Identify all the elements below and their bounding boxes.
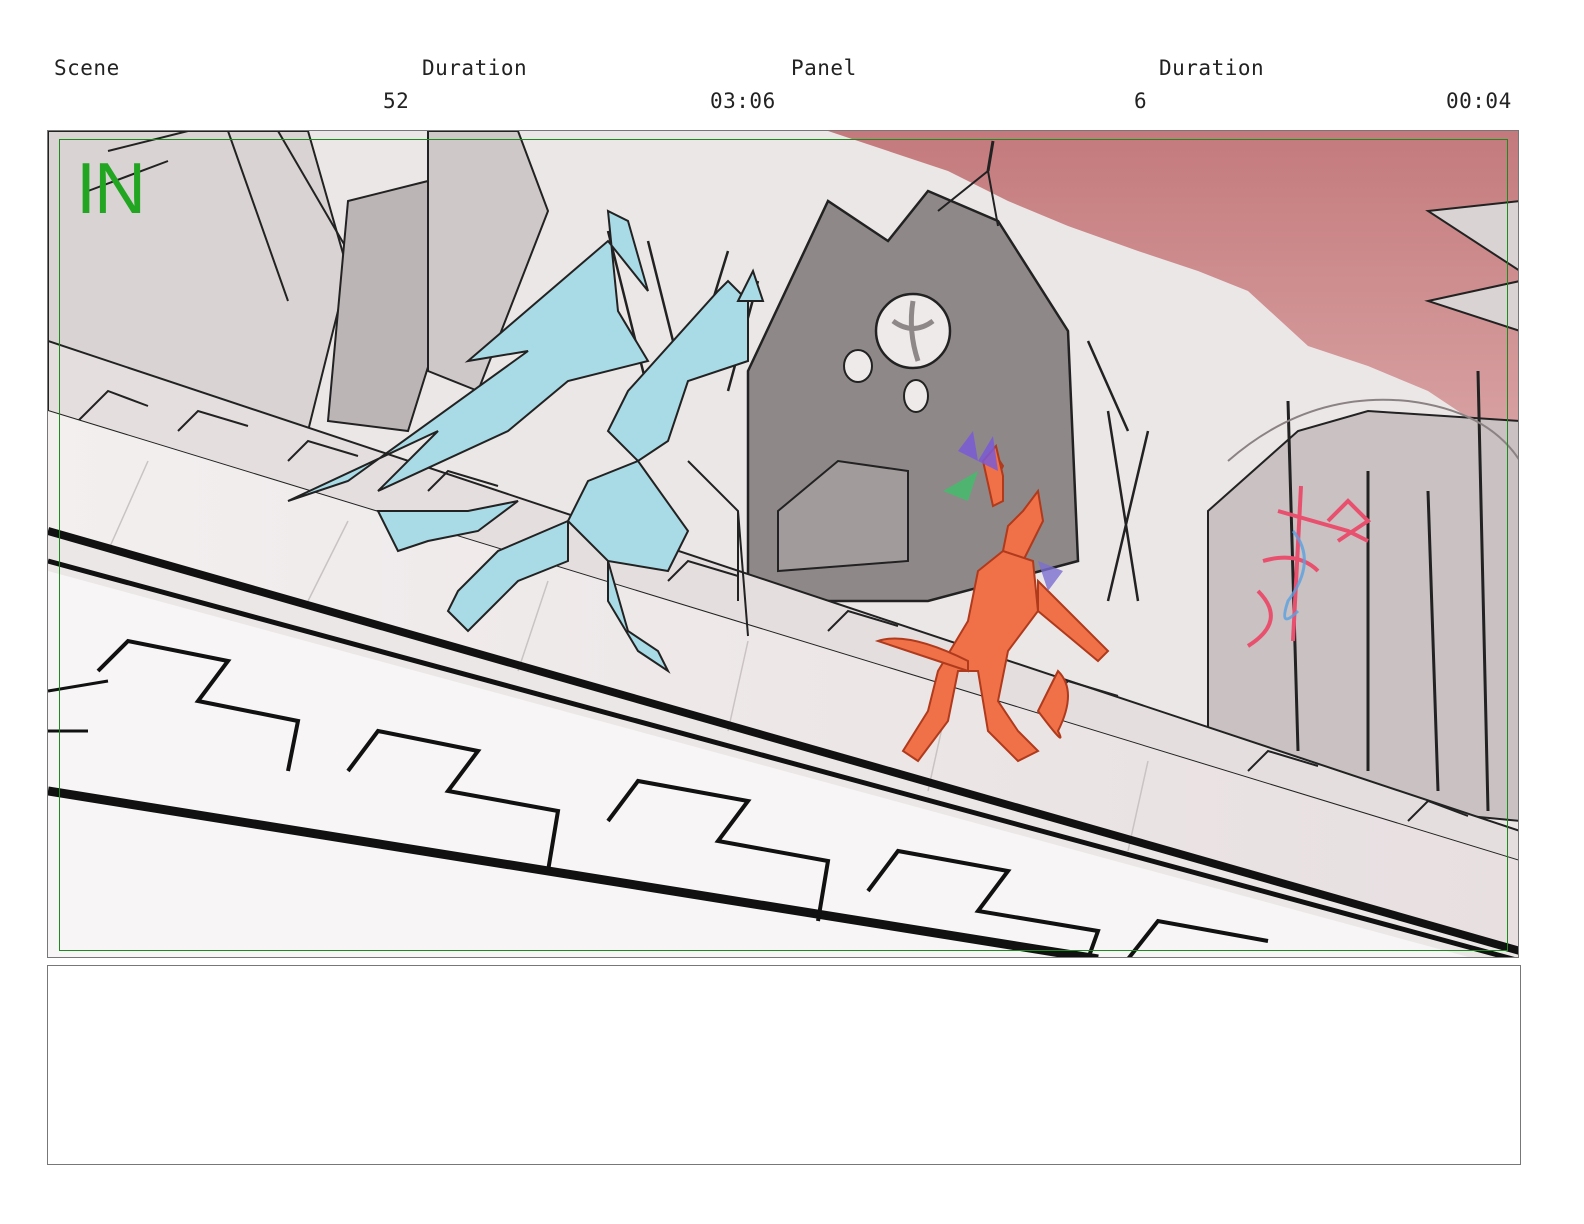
- panel-number: 6: [1134, 89, 1148, 113]
- transition-tag: IN: [76, 149, 146, 229]
- storyboard-panel-frame: IN: [47, 130, 1519, 958]
- scene-label: Scene: [54, 56, 120, 80]
- scene-duration-value: 03:06: [710, 89, 776, 113]
- panel-duration-value: 00:04: [1446, 89, 1512, 113]
- panel-notes-box[interactable]: [47, 965, 1521, 1165]
- storyboard-sketch: [48, 131, 1518, 957]
- panel-duration-label: Duration: [1159, 56, 1265, 80]
- scene-number: 52: [383, 89, 410, 113]
- scene-duration-label: Duration: [422, 56, 528, 80]
- panel-label: Panel: [791, 56, 857, 80]
